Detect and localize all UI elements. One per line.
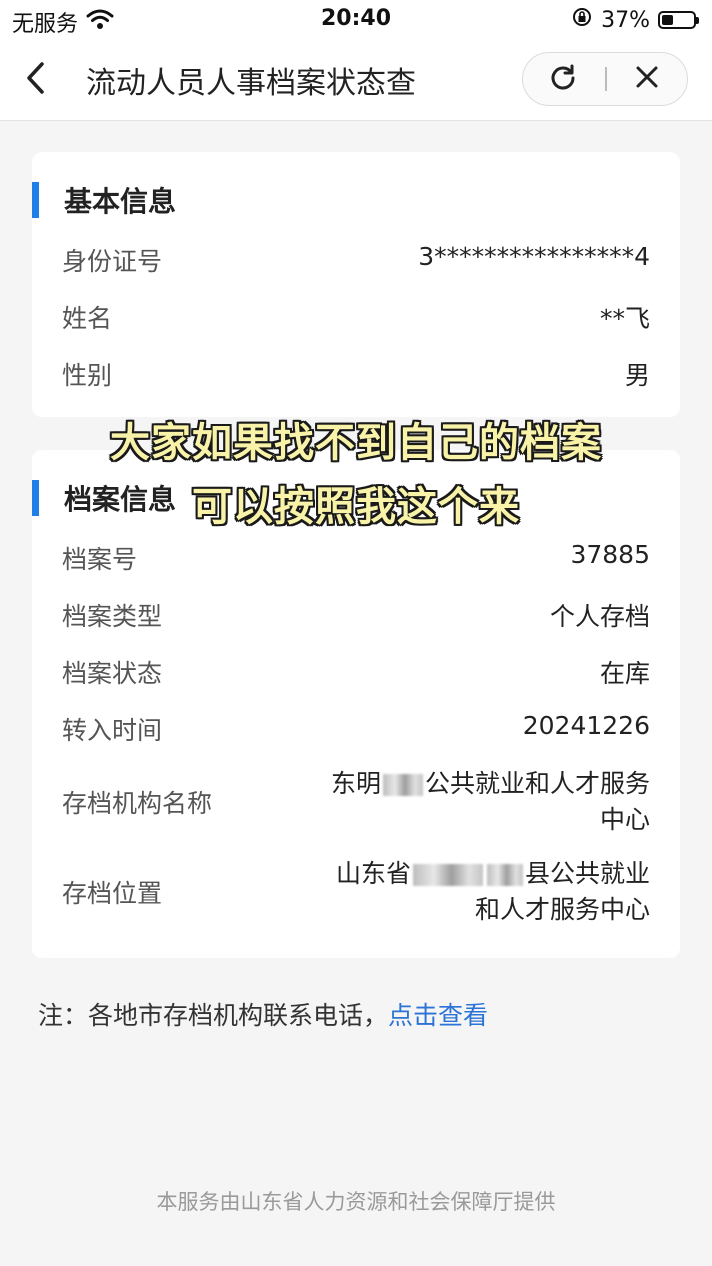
back-chevron-icon — [24, 61, 48, 99]
basic-info-header: 基本信息 — [32, 152, 680, 248]
status-bar: 无服务 20:40 37% — [0, 0, 712, 40]
row-label: 性别 — [62, 361, 113, 390]
battery-level — [662, 15, 674, 25]
back-button[interactable] — [14, 58, 58, 102]
overlay-caption-line-2: 可以按照我这个来 — [192, 484, 520, 530]
row-label: 存档机构名称 — [62, 789, 213, 818]
close-icon — [635, 65, 659, 93]
row-label: 档案状态 — [62, 659, 163, 688]
row-value: 在库 — [599, 659, 650, 688]
row-value: 男 — [624, 361, 650, 390]
value-prefix: 山东省 — [335, 859, 411, 888]
contact-note: 注：各地市存档机构联系电话，点击查看 — [38, 996, 488, 1032]
carrier-label: 无服务 — [12, 12, 79, 37]
view-contacts-link[interactable]: 点击查看 — [388, 1001, 488, 1030]
section-title: 基本信息 — [64, 185, 177, 218]
section-accent-bar — [32, 182, 39, 218]
row-label: 档案号 — [62, 545, 138, 574]
row-label: 档案类型 — [62, 602, 163, 631]
row-value: 20241226 — [522, 711, 650, 740]
refresh-icon — [549, 63, 577, 95]
row-value: 个人存档 — [549, 602, 650, 631]
footer-provider: 本服务由山东省人力资源和社会保障厅提供 — [156, 1190, 556, 1214]
status-right: 37% — [571, 6, 699, 34]
row-label: 转入时间 — [62, 716, 163, 745]
battery-icon — [658, 11, 699, 29]
note-text: 注：各地市存档机构联系电话， — [38, 1001, 389, 1030]
row-value: 37885 — [570, 540, 650, 569]
rotation-lock-icon — [571, 6, 593, 34]
page-title: 流动人员人事档案状态查 — [86, 66, 416, 101]
mini-program-capsule — [522, 52, 688, 106]
nav-bar: 流动人员人事档案状态查 — [0, 40, 712, 121]
value-prefix: 东明 — [330, 769, 381, 798]
row-value: 山东省 县公共就业和人才服务中心 — [320, 856, 650, 928]
close-button[interactable] — [607, 53, 687, 105]
refresh-button[interactable] — [523, 53, 603, 105]
overlay-caption-line-1: 大家如果找不到自己的档案 — [110, 420, 602, 466]
wifi-icon — [86, 8, 114, 36]
redacted-mosaic — [412, 864, 483, 886]
row-label: 姓名 — [62, 304, 113, 333]
basic-info-card: 基本信息 身份证号 3****************4 姓名 **飞 性别 男 — [32, 152, 680, 417]
redacted-mosaic — [486, 864, 523, 886]
row-value: 3****************4 — [418, 242, 650, 271]
status-left: 无服务 — [12, 6, 114, 38]
row-value: **飞 — [599, 304, 650, 333]
row-label: 存档位置 — [62, 879, 163, 908]
row-label: 身份证号 — [62, 247, 163, 276]
row-value: 东明 公共就业和人才服务中心 — [320, 766, 650, 838]
battery-percent: 37% — [601, 7, 650, 33]
redacted-mosaic — [382, 774, 423, 796]
value-suffix: 公共就业和人才服务中心 — [424, 769, 650, 834]
